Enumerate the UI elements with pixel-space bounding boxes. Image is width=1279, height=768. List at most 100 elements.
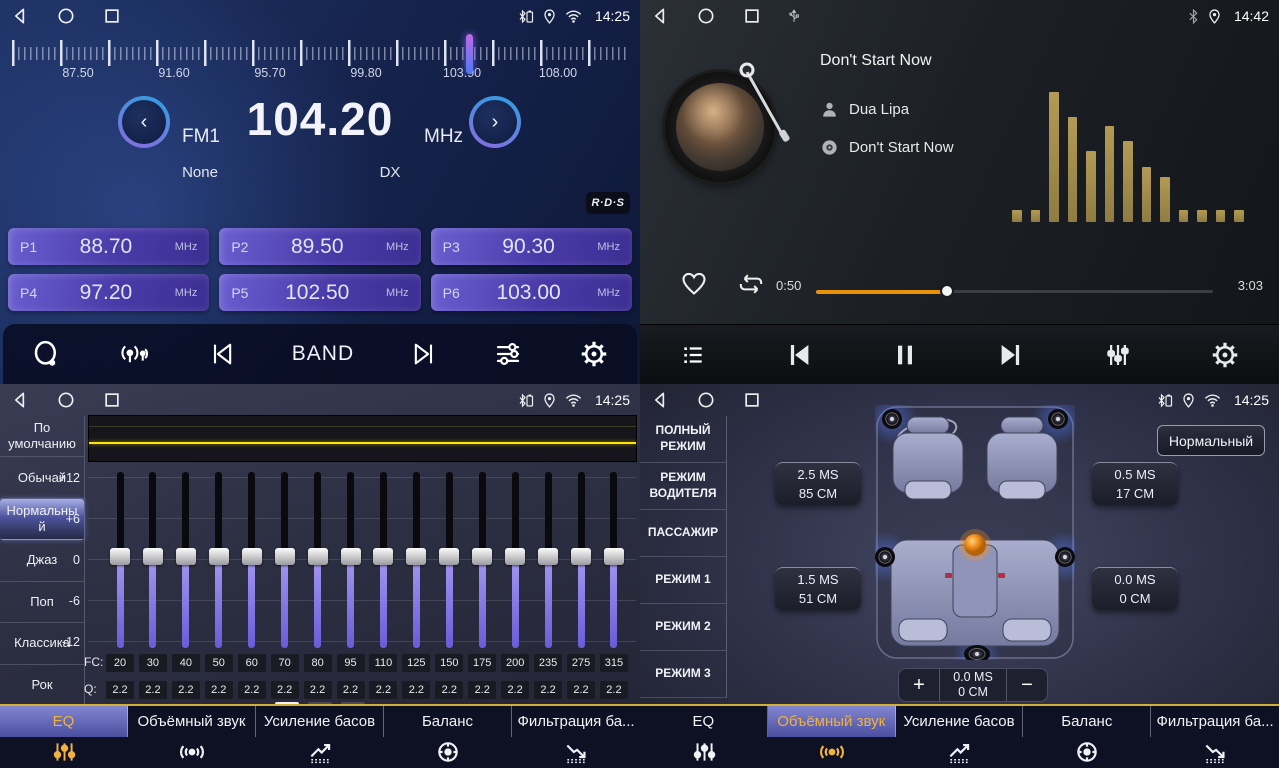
- preset-button[interactable]: P1 88.70 MHz: [8, 228, 209, 265]
- listening-mode-item[interactable]: РЕЖИМ ВОДИТЕЛЯ: [640, 463, 726, 510]
- listening-mode-item[interactable]: ПОЛНЫЙ РЕЖИМ: [640, 416, 726, 463]
- eq-band-slider[interactable]: [235, 472, 269, 648]
- eq-band-slider[interactable]: [202, 472, 236, 648]
- recents-icon[interactable]: [742, 390, 762, 410]
- slider-thumb[interactable]: [571, 548, 591, 565]
- fc-value[interactable]: 175: [468, 654, 496, 672]
- eq-tab-icon[interactable]: [0, 737, 128, 766]
- tab-label[interactable]: Фильтрация ба...: [512, 706, 640, 737]
- front-right-delay-chip[interactable]: 0.5 MS 17 CM: [1092, 462, 1178, 505]
- q-value[interactable]: 2.2: [567, 681, 595, 699]
- eq-band-slider[interactable]: [597, 472, 631, 648]
- eq-band-slider[interactable]: [531, 472, 565, 648]
- bass-boost-tab-icon[interactable]: [256, 737, 384, 766]
- slider-thumb[interactable]: [242, 548, 262, 565]
- tab-label[interactable]: Усиление басов: [256, 706, 384, 737]
- next-track-button[interactable]: [996, 340, 1026, 370]
- eq-band-slider[interactable]: [334, 472, 368, 648]
- fc-value[interactable]: 110: [369, 654, 397, 672]
- seek-slider[interactable]: [816, 284, 1213, 298]
- fc-value[interactable]: 20: [106, 654, 134, 672]
- preset-button[interactable]: P5 102.50 MHz: [219, 274, 420, 311]
- slider-thumb[interactable]: [176, 548, 196, 565]
- seek-knob[interactable]: [940, 284, 954, 298]
- mixer-icon[interactable]: [1103, 340, 1133, 370]
- slider-thumb[interactable]: [604, 548, 624, 565]
- settings-gear-icon[interactable]: [579, 339, 609, 369]
- slider-thumb[interactable]: [209, 548, 229, 565]
- slider-thumb[interactable]: [143, 548, 163, 565]
- playlist-icon[interactable]: [679, 342, 707, 368]
- stereo-broadcast-button[interactable]: [116, 340, 152, 368]
- previous-station-button[interactable]: [208, 340, 236, 368]
- eq-band-slider[interactable]: [399, 472, 433, 648]
- band-button[interactable]: BAND: [292, 342, 354, 366]
- back-icon[interactable]: [10, 6, 30, 26]
- eq-band-slider[interactable]: [564, 472, 598, 648]
- q-value[interactable]: 2.2: [435, 681, 463, 699]
- q-value[interactable]: 2.2: [337, 681, 365, 699]
- tab-label[interactable]: Баланс: [384, 706, 512, 737]
- home-icon[interactable]: [696, 390, 716, 410]
- car-cabin-diagram[interactable]: [875, 405, 1075, 660]
- fc-value[interactable]: 125: [402, 654, 430, 672]
- eq-band-slider[interactable]: [268, 472, 302, 648]
- eq-band-slider[interactable]: [366, 472, 400, 648]
- q-value[interactable]: 2.2: [501, 681, 529, 699]
- fc-value[interactable]: 200: [501, 654, 529, 672]
- back-icon[interactable]: [650, 6, 670, 26]
- fc-value[interactable]: 80: [304, 654, 332, 672]
- eq-tab-icon[interactable]: [640, 737, 768, 766]
- preset-button[interactable]: P2 89.50 MHz: [219, 228, 420, 265]
- surround-preset-button[interactable]: Нормальный: [1157, 425, 1265, 456]
- slider-thumb[interactable]: [110, 548, 130, 565]
- preset-button[interactable]: P6 103.00 MHz: [431, 274, 632, 311]
- settings-gear-icon[interactable]: [1210, 340, 1240, 370]
- q-value[interactable]: 2.2: [106, 681, 134, 699]
- tune-down-button[interactable]: ‹: [118, 96, 170, 148]
- tab-label[interactable]: Фильтрация ба...: [1151, 706, 1279, 737]
- slider-thumb[interactable]: [308, 548, 328, 565]
- filter-tab-icon[interactable]: [512, 737, 640, 766]
- q-value[interactable]: 2.2: [369, 681, 397, 699]
- fc-value[interactable]: 30: [139, 654, 167, 672]
- next-station-button[interactable]: [410, 340, 438, 368]
- tuner-indicator[interactable]: [466, 34, 473, 74]
- listening-mode-item[interactable]: РЕЖИМ 2: [640, 604, 726, 651]
- home-icon[interactable]: [56, 6, 76, 26]
- slider-thumb[interactable]: [439, 548, 459, 565]
- fc-value[interactable]: 95: [337, 654, 365, 672]
- slider-thumb[interactable]: [373, 548, 393, 565]
- eq-band-slider[interactable]: [136, 472, 170, 648]
- preset-button[interactable]: P3 90.30 MHz: [431, 228, 632, 265]
- q-value[interactable]: 2.2: [139, 681, 167, 699]
- fc-value[interactable]: 40: [172, 654, 200, 672]
- q-value[interactable]: 2.2: [468, 681, 496, 699]
- favorite-heart-icon[interactable]: [680, 270, 708, 301]
- tab-label[interactable]: Баланс: [1023, 706, 1151, 737]
- q-value[interactable]: 2.2: [402, 681, 430, 699]
- increase-delay-button[interactable]: +: [899, 669, 939, 701]
- fc-value[interactable]: 50: [205, 654, 233, 672]
- eq-band-slider[interactable]: [465, 472, 499, 648]
- preset-button[interactable]: P4 97.20 MHz: [8, 274, 209, 311]
- listening-mode-item[interactable]: РЕЖИМ 3: [640, 651, 726, 698]
- q-value[interactable]: 2.2: [172, 681, 200, 699]
- fc-value[interactable]: 235: [534, 654, 562, 672]
- q-value[interactable]: 2.2: [205, 681, 233, 699]
- home-icon[interactable]: [696, 6, 716, 26]
- balance-tab-icon[interactable]: [1023, 737, 1151, 766]
- q-value[interactable]: 2.2: [238, 681, 266, 699]
- scan-button[interactable]: [31, 339, 61, 369]
- slider-thumb[interactable]: [275, 548, 295, 565]
- surround-tab-icon[interactable]: [768, 737, 896, 766]
- recents-icon[interactable]: [102, 6, 122, 26]
- rear-left-delay-chip[interactable]: 1.5 MS 51 CM: [775, 567, 861, 610]
- tab-label[interactable]: Усиление басов: [896, 706, 1024, 737]
- listening-mode-item[interactable]: ПАССАЖИР: [640, 510, 726, 557]
- fc-value[interactable]: 275: [567, 654, 595, 672]
- fc-value[interactable]: 60: [238, 654, 266, 672]
- tab-label[interactable]: EQ: [640, 706, 768, 737]
- tab-label[interactable]: EQ: [0, 706, 128, 737]
- listener-position-ball[interactable]: [964, 534, 986, 556]
